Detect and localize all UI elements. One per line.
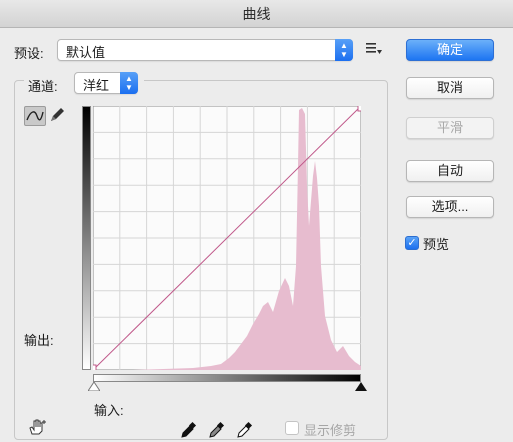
preview-label: 预览 (423, 237, 450, 252)
smooth-button[interactable]: 平滑 (406, 117, 494, 139)
preset-select[interactable]: 默认值 ▲ ▼ (57, 39, 353, 61)
channel-label: 通道: (28, 79, 58, 94)
black-eyedropper-icon[interactable] (180, 421, 198, 439)
input-label: 输入: (94, 403, 124, 418)
preview-checkbox[interactable]: ✓ (405, 236, 419, 250)
white-point-slider[interactable] (355, 382, 367, 391)
curve-graph[interactable] (93, 106, 361, 370)
pencil-tool[interactable] (48, 106, 70, 126)
channel-value: 洋红 (83, 78, 110, 93)
black-point-slider[interactable] (88, 382, 100, 391)
show-clipping-checkbox[interactable] (285, 421, 299, 435)
cancel-button[interactable]: 取消 (406, 77, 494, 99)
preset-value: 默认值 (66, 45, 106, 60)
ok-button[interactable]: 确定 (406, 39, 494, 61)
options-button[interactable]: 选项... (406, 196, 494, 218)
channel-select[interactable]: 洋红 ▲ ▼ (74, 72, 138, 94)
input-gradient-bar (93, 374, 361, 382)
gray-eyedropper-icon[interactable] (208, 421, 226, 439)
curve-point-tool[interactable] (24, 106, 46, 126)
preset-label: 预设: (14, 46, 44, 61)
auto-button[interactable]: 自动 (406, 160, 494, 182)
select-arrows-icon: ▲ ▼ (120, 72, 138, 94)
curve-point-white[interactable] (357, 106, 361, 112)
select-arrows-icon: ▲ ▼ (335, 39, 353, 61)
preset-options-icon[interactable] (366, 42, 382, 56)
curve-icon (26, 111, 44, 121)
curve-point-black[interactable] (93, 364, 97, 370)
white-eyedropper-icon[interactable] (236, 421, 254, 439)
output-label: 输出: (24, 333, 54, 348)
window-title: 曲线 (0, 0, 513, 28)
pencil-icon (51, 108, 64, 121)
show-clipping-label: 显示修剪 (304, 423, 357, 438)
target-adjust-hand-icon[interactable] (26, 418, 48, 436)
output-gradient-bar (82, 106, 91, 370)
